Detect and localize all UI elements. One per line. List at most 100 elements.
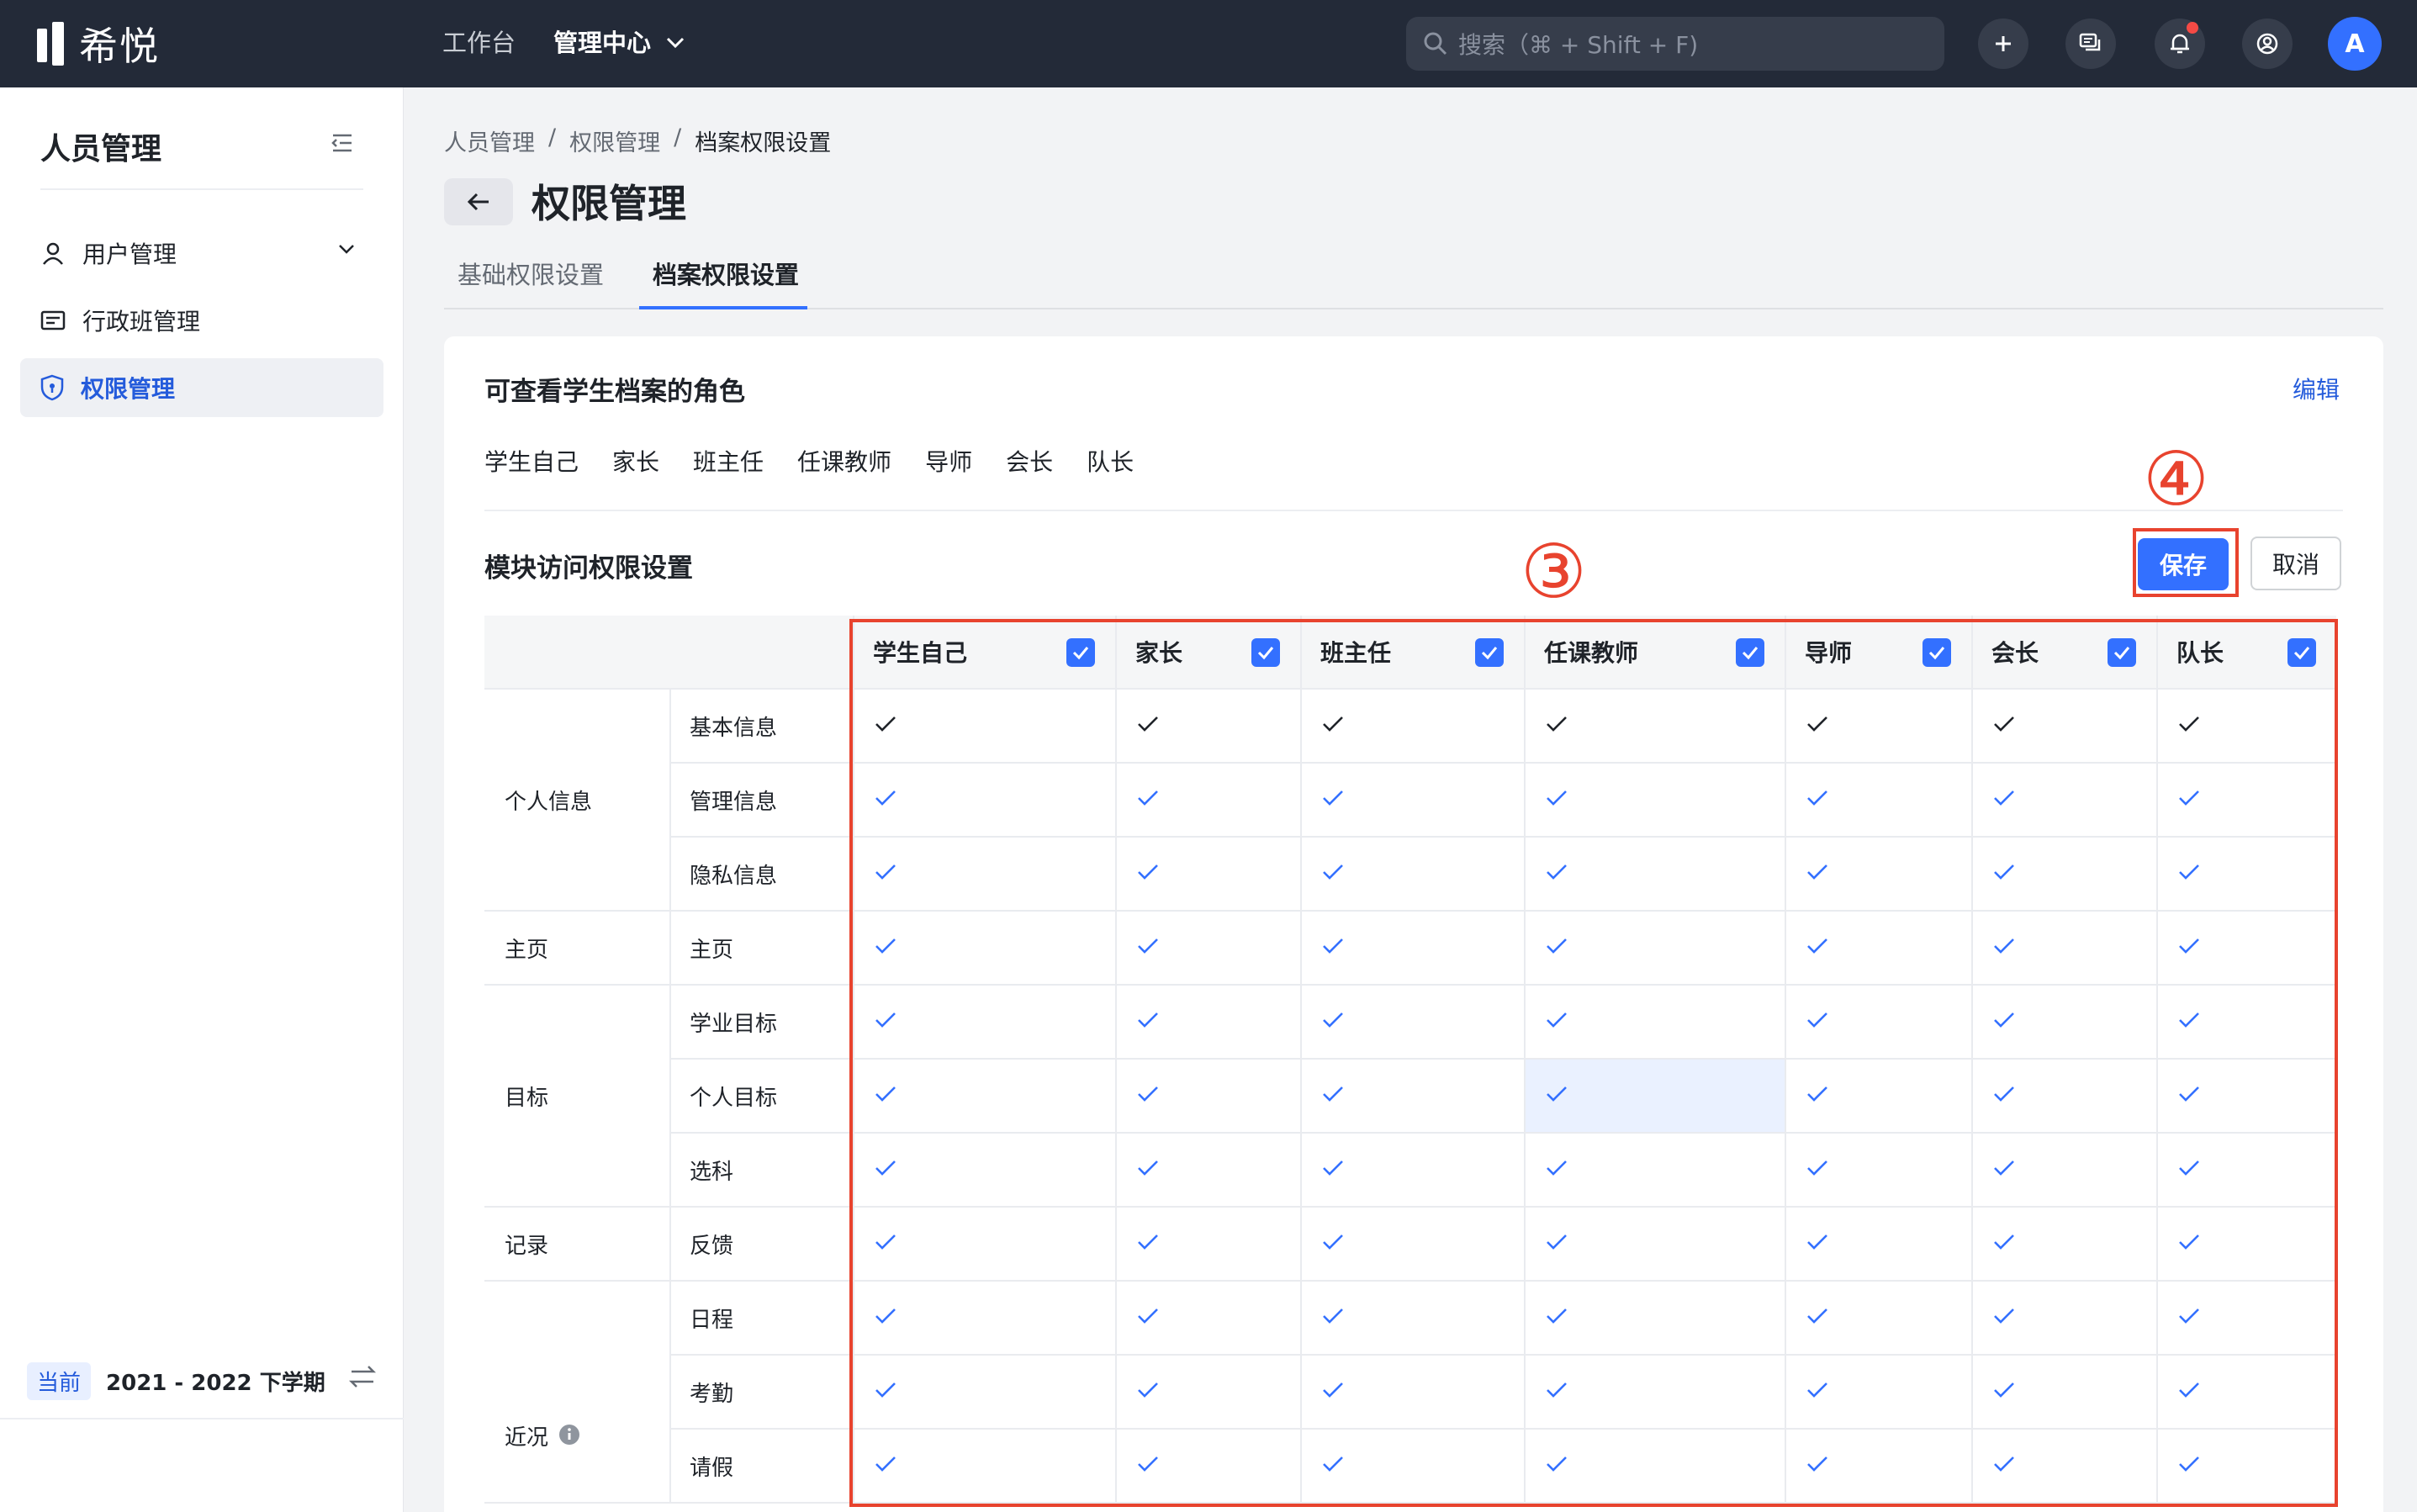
term-text: 2021 - 2022 下学期 <box>106 1371 325 1396</box>
annotation-number-3: ③ <box>1521 528 1587 615</box>
section-divider <box>484 510 2343 511</box>
table-row-label: 管理信息 <box>669 764 853 838</box>
annotation-box-table <box>849 619 2338 1507</box>
table-row-label: 日程 <box>669 1282 853 1356</box>
user-circle-icon <box>2256 33 2278 55</box>
user-icon <box>43 242 63 265</box>
cancel-button[interactable]: 取消 <box>2250 537 2341 590</box>
chat-icon <box>2079 33 2101 51</box>
sidebar-item-users[interactable]: 用户管理 <box>20 224 383 283</box>
app-logo[interactable]: 希悦 <box>37 22 160 69</box>
search-placeholder: 搜索（⌘ + Shift + F) <box>1458 31 1699 59</box>
row-label-text: 基本信息 <box>690 715 778 741</box>
sidebar-divider <box>40 188 363 190</box>
annotation-number-4: ④ <box>2143 436 2209 522</box>
top-bar: 希悦 工作台 管理中心 搜索（⌘ + Shift + F) A <box>0 0 2417 87</box>
row-group-label: 目标 <box>484 986 669 1208</box>
table-row-label: 个人目标 <box>669 1060 853 1134</box>
messages-button[interactable] <box>2065 19 2116 69</box>
column-divider <box>669 690 671 1504</box>
annotation-box-save <box>2133 528 2239 597</box>
breadcrumb-item[interactable]: 权限管理 <box>569 124 660 157</box>
avatar[interactable]: A <box>2328 17 2382 71</box>
sidebar-item-label: 行政班管理 <box>82 308 201 336</box>
row-label-text: 考勤 <box>690 1381 734 1407</box>
table-row-label: 学业目标 <box>669 986 853 1060</box>
role-item: 学生自己 <box>484 448 579 476</box>
breadcrumb-separator: / <box>548 124 557 151</box>
logo-text: 希悦 <box>79 24 160 69</box>
shield-icon <box>40 374 64 401</box>
add-button[interactable] <box>1978 19 2028 69</box>
row-group-label: 近况 <box>484 1282 669 1504</box>
breadcrumb-separator: / <box>674 124 682 151</box>
role-item: 家长 <box>612 448 660 476</box>
table-row-label: 基本信息 <box>669 690 853 764</box>
row-label-text: 选科 <box>690 1159 734 1185</box>
row-group-text: 个人信息 <box>505 789 593 815</box>
table-row-label: 选科 <box>669 1134 853 1208</box>
page-title: 权限管理 <box>532 181 686 226</box>
notifications-button[interactable] <box>2155 19 2205 69</box>
sidebar-footer-divider <box>0 1418 404 1419</box>
table-row-label: 隐私信息 <box>669 838 853 912</box>
row-group-label: 记录 <box>484 1208 669 1282</box>
sidebar-item-admin-class[interactable]: 行政班管理 <box>20 291 383 350</box>
nav-workbench[interactable]: 工作台 <box>442 25 516 61</box>
row-group-text: 主页 <box>505 937 549 963</box>
class-icon <box>40 310 66 330</box>
sidebar: 人员管理 用户管理 行政班管理 权限管理 <box>0 87 404 1512</box>
row-group-label: 个人信息 <box>484 690 669 912</box>
role-item: 导师 <box>925 448 973 476</box>
role-item: 班主任 <box>693 448 764 476</box>
plus-icon <box>1996 36 2011 51</box>
role-item: 任课教师 <box>797 448 892 476</box>
row-group-text: 目标 <box>505 1085 549 1111</box>
back-button[interactable] <box>444 178 513 225</box>
term-badge: 当前 <box>27 1362 92 1400</box>
active-tab-indicator <box>639 306 807 309</box>
swap-term-icon[interactable] <box>348 1364 377 1389</box>
term-indicator: 当前 2021 - 2022 下学期 <box>27 1362 325 1400</box>
collapse-sidebar-icon[interactable] <box>331 133 353 153</box>
table-row-label: 请假 <box>669 1430 853 1504</box>
row-label-text: 主页 <box>690 937 734 963</box>
notification-dot <box>2187 22 2198 34</box>
row-label-text: 日程 <box>690 1307 734 1333</box>
row-label-text: 个人目标 <box>690 1085 778 1111</box>
tab-basic-permissions[interactable]: 基础权限设置 <box>457 256 604 291</box>
viewer-roles: 学生自己 家长 班主任 任课教师 导师 会长 队长 <box>484 444 1134 478</box>
bell-icon <box>2171 34 2189 54</box>
search-input[interactable]: 搜索（⌘ + Shift + F) <box>1406 17 1944 71</box>
row-label-text: 请假 <box>690 1455 734 1481</box>
sidebar-item-label: 用户管理 <box>82 241 177 268</box>
row-group-text: 近况 <box>505 1425 549 1451</box>
row-group-text: 记录 <box>505 1233 549 1259</box>
nav-admin-center[interactable]: 管理中心 <box>553 25 685 61</box>
chevron-down-icon <box>666 37 685 49</box>
chevron-down-icon <box>339 245 354 254</box>
sidebar-item-permissions[interactable]: 权限管理 <box>20 358 383 417</box>
breadcrumb-item[interactable]: 人员管理 <box>444 124 535 157</box>
nav-admin-center-label: 管理中心 <box>553 29 652 57</box>
info-icon[interactable] <box>558 1424 580 1451</box>
role-item: 队长 <box>1087 448 1134 476</box>
tab-archive-permissions[interactable]: 档案权限设置 <box>653 256 799 291</box>
tab-bar: 基础权限设置 档案权限设置 <box>444 251 2383 309</box>
arrow-left-icon <box>467 193 489 211</box>
breadcrumb: 人员管理 / 权限管理 / 档案权限设置 <box>444 124 831 157</box>
sidebar-item-label: 权限管理 <box>81 375 176 403</box>
logo-mark-icon <box>37 22 67 66</box>
module-section-title: 模块访问权限设置 <box>484 553 693 584</box>
row-label-text: 反馈 <box>690 1233 734 1259</box>
account-button[interactable] <box>2242 19 2293 69</box>
role-item: 会长 <box>1006 448 1054 476</box>
edit-link[interactable]: 编辑 <box>2293 372 2340 405</box>
row-label-text: 学业目标 <box>690 1011 778 1037</box>
table-row-label: 考勤 <box>669 1356 853 1430</box>
table-row-label: 反馈 <box>669 1208 853 1282</box>
breadcrumb-current: 档案权限设置 <box>695 130 832 156</box>
search-icon <box>1424 32 1447 56</box>
roles-section-title: 可查看学生档案的角色 <box>484 377 745 407</box>
row-label-text: 管理信息 <box>690 789 778 815</box>
